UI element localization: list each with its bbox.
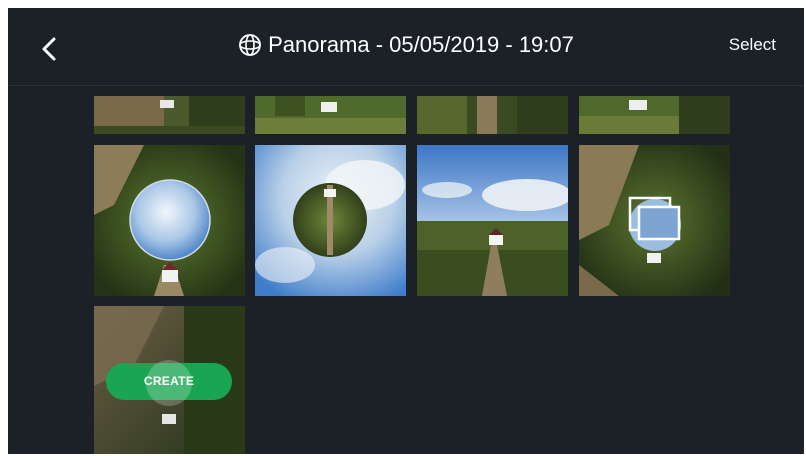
photo-thumbnail[interactable] [255, 145, 406, 296]
photo-thumbnail[interactable] [255, 96, 406, 134]
select-button[interactable]: Select [729, 35, 776, 55]
screen: Panorama - 05/05/2019 - 19:07 Select CRE… [8, 8, 804, 454]
touch-indicator [146, 360, 192, 406]
page-title: Panorama - 05/05/2019 - 19:07 [8, 30, 804, 60]
photo-thumbnail[interactable] [579, 145, 730, 296]
photo-thumbnail[interactable] [94, 145, 245, 296]
stacked-photos-icon [628, 196, 681, 241]
title-text: Panorama - 05/05/2019 - 19:07 [268, 32, 574, 57]
photo-thumbnail[interactable] [94, 96, 245, 134]
photo-thumbnail[interactable] [417, 145, 568, 296]
photo-thumbnail[interactable] [579, 96, 730, 134]
photo-thumbnail[interactable] [417, 96, 568, 134]
globe-icon [239, 34, 262, 56]
top-bar: Panorama - 05/05/2019 - 19:07 Select [8, 8, 804, 86]
